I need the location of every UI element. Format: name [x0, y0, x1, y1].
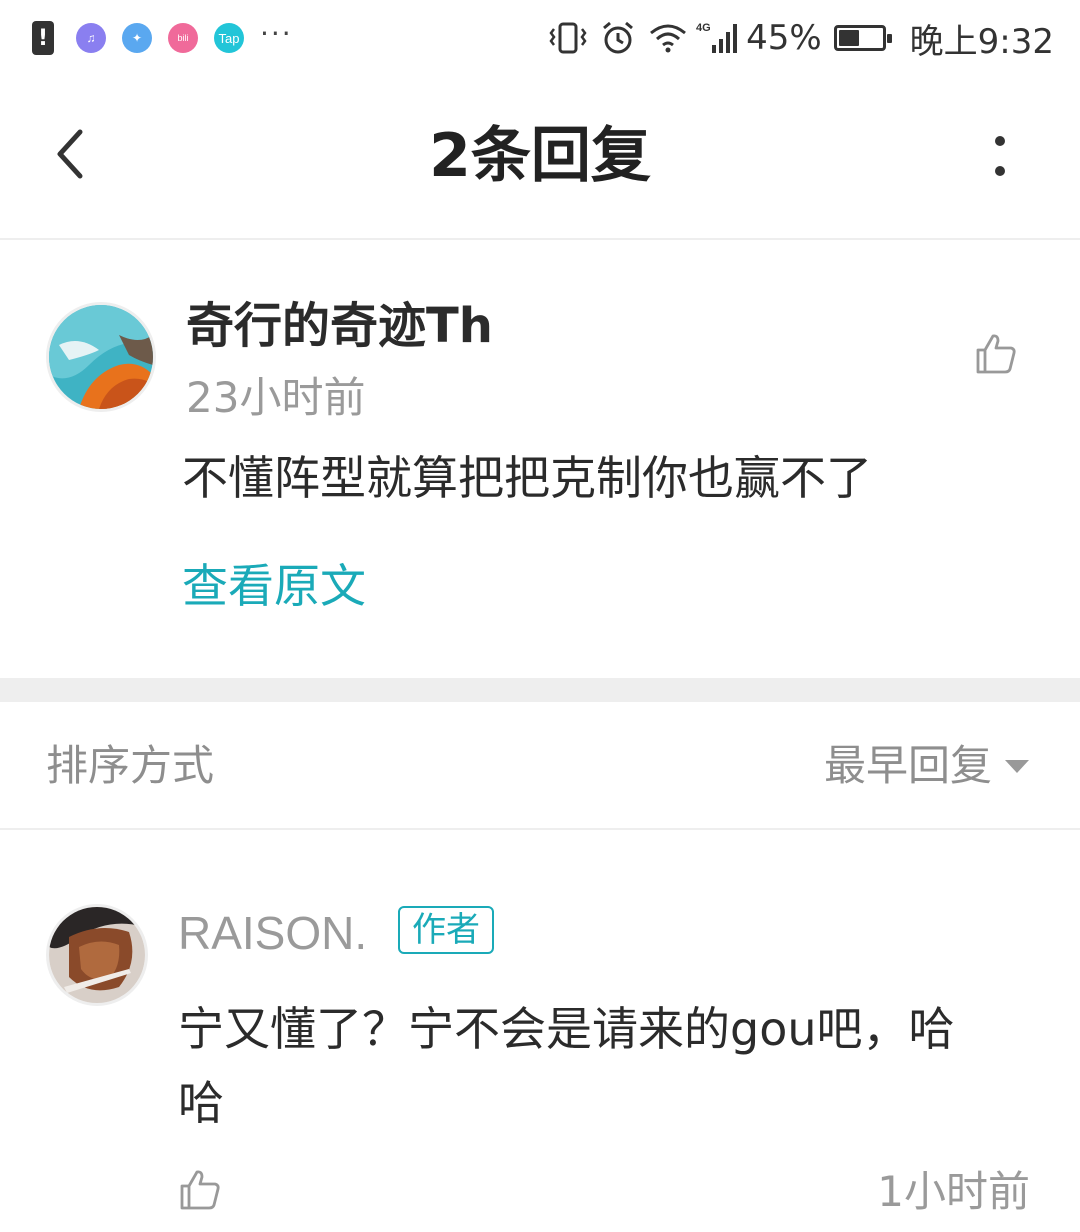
- author-badge: 作者: [398, 906, 494, 954]
- status-bar-left: ! ♫ ✦ bili Tap ···: [32, 17, 293, 55]
- status-bar-right: 4G 45% 晚上9:32: [536, 14, 1054, 63]
- signal-icon: 4G: [696, 21, 740, 55]
- more-dot-icon: [995, 136, 1005, 146]
- taptap-app-icon: Tap: [214, 23, 244, 53]
- sort-dropdown[interactable]: 最早回复: [824, 736, 1030, 796]
- avatar[interactable]: [46, 904, 148, 1006]
- reply-item: RAISON. 作者 宁又懂了？宁不会是请来的gou吧，哈哈 1小时前: [0, 832, 1080, 1232]
- battery-percent: 45%: [746, 18, 822, 58]
- battery-level: [838, 30, 860, 46]
- thumbs-up-icon: [976, 334, 1016, 374]
- thumbs-up-icon: [180, 1170, 220, 1210]
- more-dot-icon: [995, 166, 1005, 176]
- section-divider: [0, 678, 1080, 702]
- caret-down-icon: [1005, 760, 1029, 773]
- top-nav-bar: 2条回复: [0, 76, 1080, 240]
- battery-alert-icon: !: [32, 21, 54, 55]
- sort-bar: 排序方式 最早回复: [0, 702, 1080, 830]
- comment-timestamp: 23小时前: [186, 373, 366, 422]
- sort-selected-value: 最早回复: [823, 741, 992, 790]
- svg-text:4G: 4G: [696, 22, 711, 34]
- reply-text: 宁又懂了？宁不会是请来的gou吧，哈哈: [178, 1002, 955, 1130]
- music-app-icon: ♫: [76, 23, 106, 53]
- status-bar: ! ♫ ✦ bili Tap ··· 4G 45% 晚上9:32: [0, 0, 1080, 76]
- comment-text: 不懂阵型就算把把克制你也赢不了: [182, 451, 872, 505]
- clock: 晚上9:32: [909, 21, 1054, 62]
- vibrate-icon: [548, 21, 588, 55]
- browser-app-icon: ✦: [122, 23, 152, 53]
- comment-author-name[interactable]: 奇行的奇迹Th: [186, 292, 493, 360]
- avatar[interactable]: [46, 302, 156, 412]
- like-button[interactable]: [178, 1168, 222, 1212]
- wifi-icon: [648, 22, 688, 54]
- reply-author-name[interactable]: RAISON.: [178, 900, 367, 966]
- notification-overflow-icon: ···: [260, 16, 293, 50]
- alarm-icon: [600, 20, 636, 56]
- more-options-button[interactable]: [980, 128, 1020, 184]
- sort-label: 排序方式: [46, 741, 215, 790]
- bilibili-app-icon: bili: [168, 23, 198, 53]
- battery-icon: [833, 25, 892, 51]
- like-button[interactable]: [974, 332, 1018, 376]
- reply-timestamp: 1小时前: [877, 1167, 1030, 1216]
- original-comment: 奇行的奇迹Th 23小时前 不懂阵型就算把把克制你也赢不了 查看原文: [0, 242, 1080, 678]
- view-original-link[interactable]: 查看原文: [182, 552, 366, 620]
- page-title: 2条回复: [429, 121, 651, 191]
